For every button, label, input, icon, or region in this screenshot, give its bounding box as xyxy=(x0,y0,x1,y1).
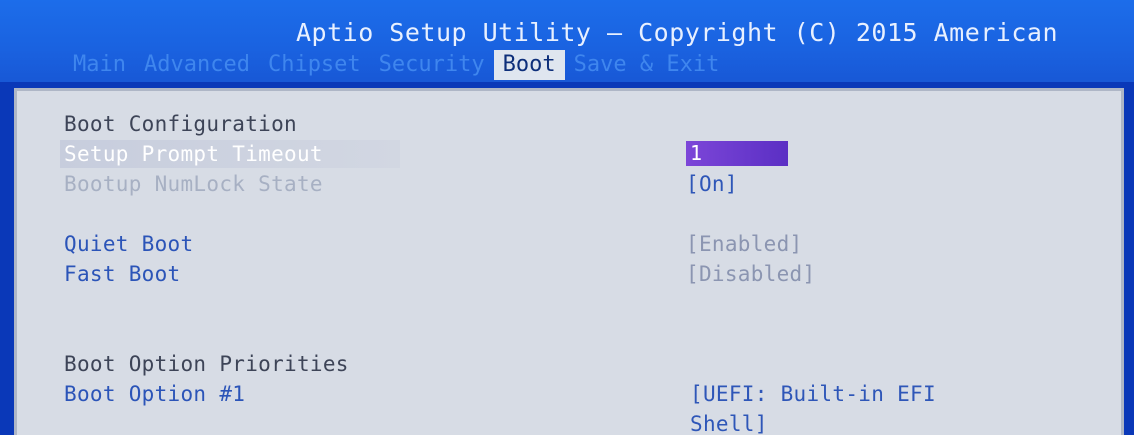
header-bar: Aptio Setup Utility – Copyright (C) 2015… xyxy=(0,0,1134,82)
window-title: Aptio Setup Utility – Copyright (C) 2015… xyxy=(296,18,1059,47)
quiet-boot-label[interactable]: Quiet Boot xyxy=(64,232,193,256)
quiet-boot-value[interactable]: [Enabled] xyxy=(686,232,803,256)
tab-boot[interactable]: Boot xyxy=(493,50,565,80)
tab-main[interactable]: Main xyxy=(64,50,135,80)
boot-option-1-label[interactable]: Boot Option #1 xyxy=(64,382,245,406)
tab-bar: Main Advanced Chipset Security Boot Save… xyxy=(64,50,728,80)
boot-option-1-value-line1[interactable]: [UEFI: Built-in EFI xyxy=(690,382,936,406)
tab-advanced[interactable]: Advanced xyxy=(135,50,259,80)
setup-prompt-timeout-field[interactable]: 1 xyxy=(686,141,788,166)
section-boot-configuration: Boot Configuration xyxy=(64,112,297,136)
fast-boot-value[interactable]: [Disabled] xyxy=(686,262,815,286)
boot-option-1-value-line2[interactable]: Shell] xyxy=(690,412,768,435)
bootup-numlock-label[interactable]: Bootup NumLock State xyxy=(64,172,323,196)
tab-save-exit[interactable]: Save & Exit xyxy=(565,50,729,80)
setup-prompt-timeout-label[interactable]: Setup Prompt Timeout xyxy=(64,142,323,166)
bootup-numlock-value[interactable]: [On] xyxy=(686,172,738,196)
tab-chipset[interactable]: Chipset xyxy=(259,50,370,80)
section-boot-option-priorities: Boot Option Priorities xyxy=(64,352,349,376)
tab-security[interactable]: Security xyxy=(370,50,494,80)
fast-boot-label[interactable]: Fast Boot xyxy=(64,262,181,286)
